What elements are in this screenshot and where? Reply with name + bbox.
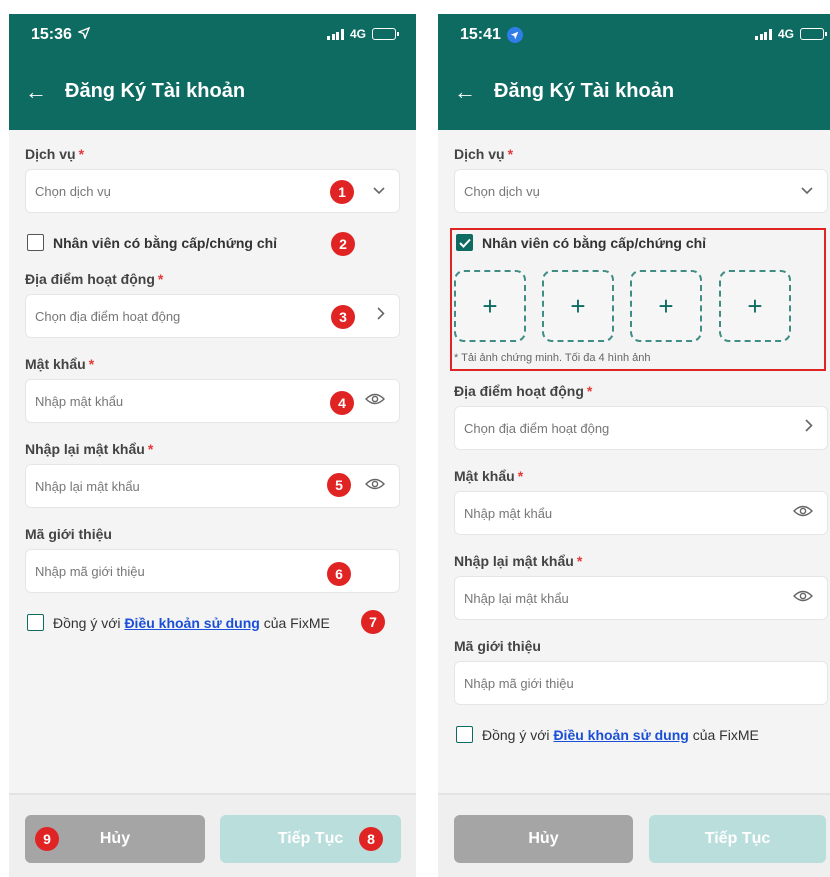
annotation-badge-8: 8 bbox=[359, 827, 383, 851]
location-placeholder: Chọn địa điểm hoạt động bbox=[35, 308, 181, 324]
terms-row[interactable]: Đồng ý với Điều khoản sử dung của FixME bbox=[27, 614, 330, 631]
annotation-badge-4: 4 bbox=[330, 391, 354, 415]
terms-link[interactable]: Điều khoản sử dung bbox=[124, 615, 259, 631]
signal-icon bbox=[755, 28, 772, 40]
battery-charging-icon bbox=[372, 28, 399, 40]
certified-checkbox-row[interactable]: Nhân viên có bằng cấp/chứng chỉ bbox=[456, 234, 706, 251]
password-label: Mật khẩu * bbox=[454, 468, 524, 484]
annotation-badge-5: 5 bbox=[327, 473, 351, 497]
annotation-badge-9: 9 bbox=[35, 827, 59, 851]
confirm-password-label: Nhập lại mật khẩu * bbox=[454, 553, 583, 569]
chevron-right-icon bbox=[805, 419, 813, 437]
upload-slot-1[interactable]: + bbox=[454, 270, 526, 342]
password-field[interactable] bbox=[454, 491, 828, 535]
location-select[interactable]: Chọn địa điểm hoạt động bbox=[454, 406, 828, 450]
confirm-password-label: Nhập lại mật khẩu * bbox=[25, 441, 154, 457]
referral-input[interactable] bbox=[35, 563, 290, 579]
status-time: 15:36 bbox=[31, 26, 91, 44]
annotation-badge-7: 7 bbox=[361, 610, 385, 634]
location-arrow-icon bbox=[506, 27, 523, 43]
continue-button[interactable]: Tiếp Tục bbox=[649, 815, 826, 863]
back-arrow-icon[interactable]: ← bbox=[25, 80, 47, 103]
clock: 15:36 bbox=[31, 26, 72, 43]
chevron-down-icon bbox=[801, 182, 813, 200]
plus-icon: + bbox=[658, 290, 674, 321]
page-title: Đăng Ký Tài khoản bbox=[65, 80, 246, 102]
plus-icon: + bbox=[570, 290, 586, 321]
status-time: 15:41 bbox=[460, 26, 523, 44]
password-label: Mật khẩu * bbox=[25, 356, 95, 372]
status-indicators: 4G bbox=[755, 27, 827, 41]
page-title: Đăng Ký Tài khoản bbox=[494, 80, 675, 102]
annotation-badge-2: 2 bbox=[331, 232, 355, 256]
eye-icon[interactable] bbox=[365, 392, 385, 410]
eye-icon[interactable] bbox=[793, 589, 813, 607]
bottom-action-bar: Hủy Tiếp Tục bbox=[438, 793, 830, 877]
chevron-right-icon bbox=[377, 307, 385, 325]
confirm-password-input[interactable] bbox=[35, 478, 290, 494]
bottom-action-bar: Hủy Tiếp Tục 9 8 bbox=[9, 793, 416, 877]
eye-icon[interactable] bbox=[365, 477, 385, 495]
location-label: Địa điểm hoạt động * bbox=[25, 271, 164, 287]
service-placeholder: Chọn dịch vụ bbox=[464, 183, 540, 199]
app-header: 15:36 4G ← Đăng Ký Tài khoản bbox=[9, 14, 416, 130]
app-header: 15:41 4G ← Đăng Ký Tài khoản bbox=[438, 14, 830, 130]
certified-checkbox[interactable] bbox=[27, 234, 44, 251]
back-arrow-icon[interactable]: ← bbox=[454, 80, 476, 103]
terms-link[interactable]: Điều khoản sử dung bbox=[553, 727, 688, 743]
terms-text: Đồng ý với Điều khoản sử dung của FixME bbox=[53, 614, 330, 631]
service-placeholder: Chọn dịch vụ bbox=[35, 183, 111, 199]
eye-icon[interactable] bbox=[793, 504, 813, 522]
plus-icon: + bbox=[482, 290, 498, 321]
service-label: Dịch vụ * bbox=[454, 146, 514, 162]
certified-checkbox[interactable] bbox=[456, 234, 473, 251]
service-label: Dịch vụ * bbox=[25, 146, 85, 162]
annotation-badge-3: 3 bbox=[331, 305, 355, 329]
annotation-badge-1: 1 bbox=[330, 180, 354, 204]
terms-text: Đồng ý với Điều khoản sử dung của FixME bbox=[482, 726, 759, 743]
password-input[interactable] bbox=[464, 505, 719, 521]
location-placeholder: Chọn địa điểm hoạt động bbox=[464, 420, 610, 436]
terms-row[interactable]: Đồng ý với Điều khoản sử dung của FixME bbox=[456, 726, 759, 743]
phone-screen-right: 15:41 4G ← Đăng Ký Tài khoản Dịch vụ * Ch… bbox=[438, 14, 830, 877]
terms-checkbox[interactable] bbox=[27, 614, 44, 631]
network-type: 4G bbox=[777, 27, 794, 41]
location-arrow-icon bbox=[76, 26, 91, 44]
certified-label: Nhân viên có bằng cấp/chứng chỉ bbox=[53, 234, 278, 251]
confirm-password-field[interactable] bbox=[454, 576, 828, 620]
service-select[interactable]: Chọn dịch vụ bbox=[454, 169, 828, 213]
upload-hint: * Tải ảnh chứng minh. Tối đa 4 hình ảnh bbox=[454, 352, 651, 364]
upload-slot-2[interactable]: + bbox=[542, 270, 614, 342]
chevron-down-icon bbox=[373, 182, 385, 200]
annotation-badge-6: 6 bbox=[327, 562, 351, 586]
referral-label: Mã giới thiệu bbox=[25, 526, 112, 542]
location-label: Địa điểm hoạt động * bbox=[454, 383, 593, 399]
phone-screen-left: 15:36 4G ← Đăng Ký Tài khoản Dịch vụ * Ch… bbox=[9, 14, 416, 877]
plus-icon: + bbox=[747, 290, 763, 321]
cancel-button[interactable]: Hủy bbox=[454, 815, 633, 863]
referral-label: Mã giới thiệu bbox=[454, 638, 541, 654]
referral-field[interactable] bbox=[454, 661, 828, 705]
referral-input[interactable] bbox=[464, 675, 719, 691]
clock: 15:41 bbox=[460, 26, 501, 43]
checkmark-icon bbox=[458, 238, 471, 248]
signal-icon bbox=[327, 28, 344, 40]
upload-slot-3[interactable]: + bbox=[630, 270, 702, 342]
status-indicators: 4G bbox=[327, 27, 399, 41]
confirm-password-input[interactable] bbox=[464, 590, 719, 606]
password-input[interactable] bbox=[35, 393, 290, 409]
terms-checkbox[interactable] bbox=[456, 726, 473, 743]
network-type: 4G bbox=[349, 27, 366, 41]
certified-label: Nhân viên có bằng cấp/chứng chỉ bbox=[482, 234, 707, 251]
upload-slot-4[interactable]: + bbox=[719, 270, 791, 342]
battery-charging-icon bbox=[800, 28, 827, 40]
certified-checkbox-row[interactable]: Nhân viên có bằng cấp/chứng chỉ bbox=[27, 234, 277, 251]
